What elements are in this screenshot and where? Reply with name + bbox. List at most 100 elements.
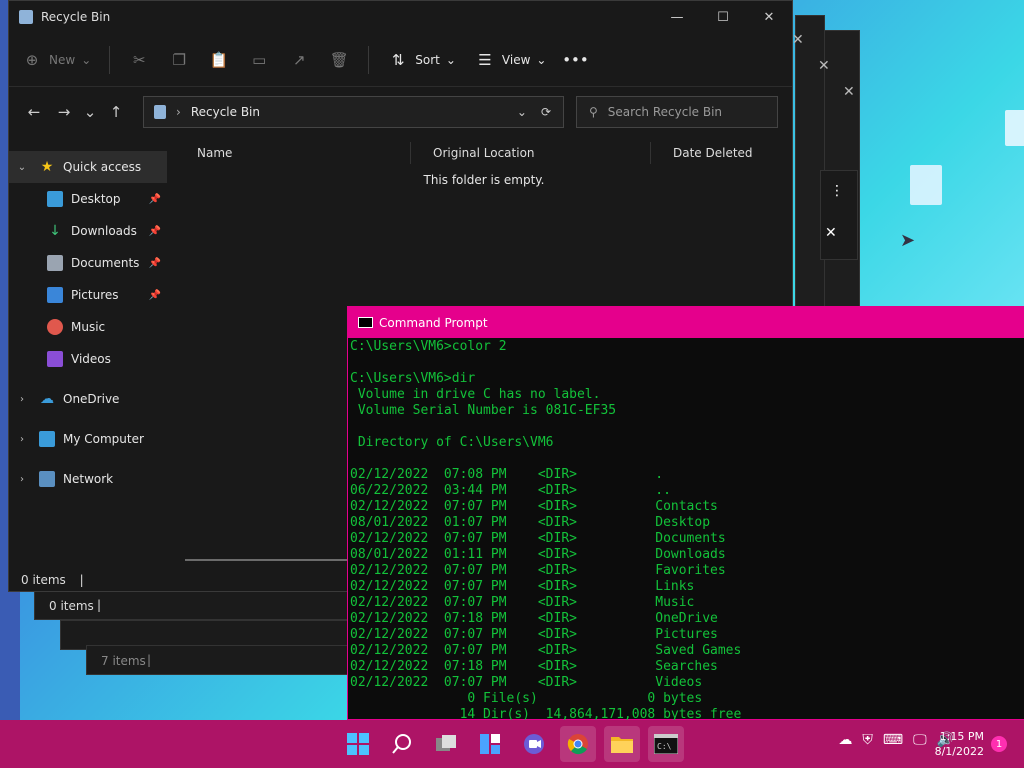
file-explorer-button[interactable] (604, 726, 640, 762)
sidebar-item-label: Documents (71, 256, 140, 270)
share-icon: ↗ (292, 50, 306, 69)
sidebar-item-network[interactable]: › Network (9, 463, 167, 495)
status-items: 0 items (21, 573, 66, 587)
sidebar-item-downloads[interactable]: ↓ Downloads 📌 (9, 215, 167, 247)
more-options-button[interactable]: ••• (562, 49, 589, 71)
sidebar-item-onedrive[interactable]: › ☁ OneDrive (9, 383, 167, 415)
cut-button[interactable]: ✂ (128, 49, 150, 71)
column-header-date-deleted[interactable]: Date Deleted (651, 142, 781, 164)
console-line: 02/12/2022 07:07 PM <DIR> Music (350, 595, 695, 610)
chevron-down-icon: ⌄ (445, 52, 456, 67)
task-view-icon (436, 735, 456, 751)
sidebar-item-videos[interactable]: Videos (9, 343, 167, 375)
title-bar[interactable]: Recycle Bin — ☐ ✕ (9, 1, 792, 33)
desktop-icon (47, 191, 63, 207)
command-prompt-window[interactable]: Command Prompt C:\Users\VM6>color 2 C:\U… (347, 306, 1024, 723)
notification-badge[interactable]: 1 (991, 736, 1007, 752)
recycle-bin-icon (154, 105, 166, 119)
title-bar[interactable]: Command Prompt (348, 307, 1024, 338)
refresh-icon[interactable]: ⟳ (541, 105, 551, 119)
pin-icon[interactable]: 📌 (149, 290, 161, 301)
console-line: Volume in drive C has no label. (350, 387, 601, 402)
network-icon (39, 471, 55, 487)
forward-button[interactable]: → (49, 97, 79, 127)
address-bar[interactable]: › Recycle Bin ⌄ ⟳ (143, 96, 564, 128)
rename-button[interactable]: ▭ (248, 49, 270, 71)
copy-icon: ❐ (172, 50, 186, 69)
chevron-right-icon[interactable]: › (15, 394, 29, 405)
sidebar-item-quick-access[interactable]: ⌄ ★ Quick access (9, 151, 167, 183)
task-view-button[interactable] (428, 726, 464, 762)
console-line: 02/12/2022 07:07 PM <DIR> Documents (350, 531, 726, 546)
pin-icon[interactable]: 📌 (149, 194, 161, 205)
security-shield-icon[interactable]: ⛨ (862, 732, 873, 748)
copy-button[interactable]: ❐ (168, 49, 190, 71)
sidebar-item-desktop[interactable]: Desktop 📌 (9, 183, 167, 215)
sidebar-item-pictures[interactable]: Pictures 📌 (9, 279, 167, 311)
paste-button[interactable]: 📋 (208, 49, 230, 71)
close-button[interactable]: ✕ (746, 1, 792, 33)
close-icon[interactable]: ✕ (792, 32, 804, 48)
recent-locations-button[interactable]: ⌄ (79, 97, 101, 127)
sort-button[interactable]: ⇅ Sort ⌄ (387, 49, 456, 71)
close-icon[interactable]: ✕ (818, 58, 830, 74)
back-button[interactable]: ← (19, 97, 49, 127)
navigation-bar: ← → ⌄ ↑ › Recycle Bin ⌄ ⟳ ⚲ Search Recyc… (9, 87, 792, 137)
column-header-name[interactable]: Name (175, 142, 411, 164)
music-icon (47, 319, 63, 335)
search-input[interactable]: ⚲ Search Recycle Bin (576, 96, 778, 128)
sidebar-item-label: Desktop (71, 192, 121, 206)
console-line: 02/12/2022 07:07 PM <DIR> Contacts (350, 499, 718, 514)
maximize-button[interactable]: ☐ (700, 1, 746, 33)
up-button[interactable]: ↑ (101, 97, 131, 127)
desktop-file-icon[interactable] (1005, 110, 1024, 146)
address-dropdown-icon[interactable]: ⌄ (517, 105, 527, 119)
sidebar-item-label: Network (63, 472, 114, 486)
minimize-button[interactable]: — (654, 1, 700, 33)
share-button[interactable]: ↗ (288, 49, 310, 71)
delete-button[interactable]: 🗑 (328, 49, 350, 71)
sidebar-item-label: Music (71, 320, 106, 334)
chevron-down-icon[interactable]: ⌄ (15, 162, 29, 173)
chrome-button[interactable] (560, 726, 596, 762)
background-window[interactable]: 0 items | (34, 590, 354, 620)
sidebar-item-label: Quick access (63, 160, 142, 174)
cloud-offline-icon[interactable]: ☁ (838, 732, 852, 748)
close-icon[interactable]: ✕ (843, 84, 855, 100)
status-separator: | (147, 653, 152, 667)
folder-icon (611, 737, 633, 753)
start-button[interactable] (340, 726, 376, 762)
breadcrumb[interactable]: Recycle Bin (191, 105, 260, 119)
plus-circle-icon: ⊕ (25, 50, 39, 69)
desktop-file-icon[interactable] (910, 165, 942, 205)
widgets-button[interactable] (472, 726, 508, 762)
background-window[interactable]: 7 items | (86, 645, 351, 675)
pin-icon[interactable]: 📌 (149, 258, 161, 269)
more-icon[interactable]: ⋮ (830, 183, 844, 199)
pictures-icon (47, 287, 63, 303)
network-icon[interactable]: 🖵 (913, 732, 927, 748)
sidebar-item-my-computer[interactable]: › My Computer (9, 423, 167, 455)
new-button[interactable]: ⊕ New ⌄ (21, 49, 92, 71)
teams-chat-button[interactable] (516, 726, 552, 762)
rename-icon: ▭ (252, 50, 267, 69)
search-button[interactable] (384, 726, 420, 762)
command-prompt-button[interactable]: C:\ (648, 726, 684, 762)
keyboard-icon[interactable]: ⌨ (883, 732, 903, 748)
horizontal-scrollbar[interactable] (185, 559, 355, 561)
clock[interactable]: 1:15 PM 8/1/2022 (935, 729, 984, 759)
column-header-original-location[interactable]: Original Location (411, 142, 651, 164)
file-list[interactable]: Name Original Location Date Deleted This… (175, 137, 793, 187)
pin-icon[interactable]: 📌 (149, 226, 161, 237)
sidebar-item-documents[interactable]: Documents 📌 (9, 247, 167, 279)
sidebar-item-label: Pictures (71, 288, 119, 302)
chevron-right-icon[interactable]: › (15, 434, 29, 445)
view-button[interactable]: ☰ View ⌄ (474, 49, 546, 71)
console-output[interactable]: C:\Users\VM6>color 2 C:\Users\VM6>dir Vo… (348, 338, 1024, 723)
close-icon[interactable]: ✕ (825, 225, 837, 241)
sort-label: Sort (415, 52, 440, 67)
chevron-right-icon[interactable]: › (15, 474, 29, 485)
sidebar-item-music[interactable]: Music (9, 311, 167, 343)
